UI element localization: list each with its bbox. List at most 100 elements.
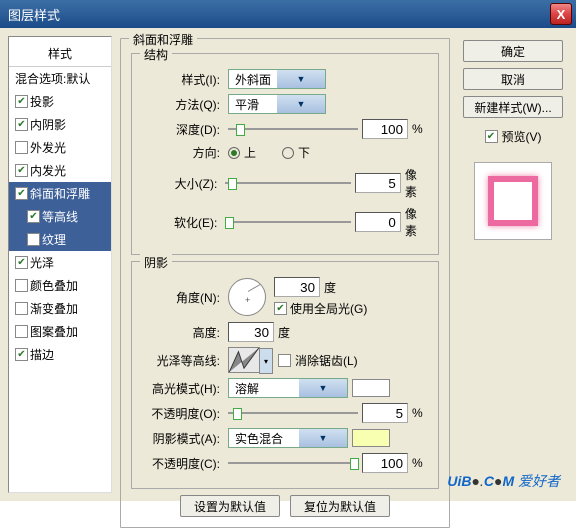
direction-down-radio[interactable] — [282, 147, 294, 159]
make-default-button[interactable]: 设置为默认值 — [180, 495, 280, 517]
shadow-opacity-input[interactable] — [362, 453, 408, 473]
close-button[interactable]: X — [550, 3, 572, 25]
soften-slider[interactable] — [225, 215, 351, 229]
satin-check[interactable] — [15, 256, 28, 269]
contour-check[interactable] — [27, 210, 40, 223]
shadow-mode-combo[interactable]: 实色混合▼ — [228, 428, 348, 448]
antialias-check[interactable] — [278, 354, 291, 367]
stroke-item[interactable]: 描边 — [9, 343, 111, 366]
gloss-label: 光泽等高线: — [142, 352, 224, 369]
outer-glow-item[interactable]: 外发光 — [9, 136, 111, 159]
gradient-overlay-check[interactable] — [15, 302, 28, 315]
angle-input[interactable] — [274, 277, 320, 297]
texture-item[interactable]: 纹理 — [9, 228, 111, 251]
action-panel: 确定 取消 新建样式(W)... 预览(V) — [458, 36, 568, 493]
color-overlay-check[interactable] — [15, 279, 28, 292]
altitude-label: 高度: — [142, 324, 224, 341]
global-light-label: 使用全局光(G) — [290, 300, 367, 317]
preview-swatch — [488, 176, 538, 226]
bevel-group: 斜面和浮雕 结构 样式(I): 外斜面▼ 方法(Q): 平滑▼ 深度(D): — [120, 38, 450, 528]
direction-up-radio[interactable] — [228, 147, 240, 159]
depth-label: 深度(D): — [142, 121, 224, 138]
preview-label: 预览(V) — [502, 128, 542, 145]
layer-style-dialog: 图层样式 X 样式 混合选项:默认 投影 内阴影 外发光 内发光 斜面和浮雕 等… — [0, 0, 576, 501]
shading-title: 阴影 — [140, 254, 172, 271]
size-unit: 像素 — [405, 166, 428, 200]
color-overlay-item[interactable]: 颜色叠加 — [9, 274, 111, 297]
shadow-color-swatch[interactable] — [352, 429, 390, 447]
antialias-label: 消除锯齿(L) — [295, 352, 358, 369]
chevron-down-icon: ▼ — [277, 95, 325, 113]
structure-title: 结构 — [140, 46, 172, 63]
pattern-overlay-check[interactable] — [15, 325, 28, 338]
direction-label: 方向: — [142, 144, 224, 161]
style-combo[interactable]: 外斜面▼ — [228, 69, 326, 89]
gradient-overlay-item[interactable]: 渐变叠加 — [9, 297, 111, 320]
highlight-opacity-input[interactable] — [362, 403, 408, 423]
chevron-down-icon: ▼ — [299, 429, 347, 447]
shadow-opacity-unit: % — [412, 456, 423, 470]
style-label: 样式(I): — [142, 71, 224, 88]
texture-check[interactable] — [27, 233, 40, 246]
angle-unit: 度 — [324, 279, 336, 296]
soften-input[interactable] — [355, 212, 401, 232]
bevel-emboss-check[interactable] — [15, 187, 28, 200]
preview-check[interactable] — [485, 130, 498, 143]
watermark: UiB●.C●M 爱好者 — [447, 471, 560, 491]
window-title: 图层样式 — [8, 5, 60, 24]
preview-box — [474, 162, 552, 240]
soften-unit: 像素 — [405, 205, 428, 239]
depth-slider[interactable] — [228, 122, 358, 136]
inner-glow-item[interactable]: 内发光 — [9, 159, 111, 182]
altitude-unit: 度 — [278, 324, 290, 341]
outer-glow-check[interactable] — [15, 141, 28, 154]
highlight-opacity-slider[interactable] — [228, 406, 358, 420]
inner-shadow-item[interactable]: 内阴影 — [9, 113, 111, 136]
depth-unit: % — [412, 122, 423, 136]
shadow-opacity-slider[interactable] — [228, 456, 358, 470]
inner-glow-check[interactable] — [15, 164, 28, 177]
settings-panel: 斜面和浮雕 结构 样式(I): 外斜面▼ 方法(Q): 平滑▼ 深度(D): — [118, 36, 452, 493]
chevron-down-icon: ▼ — [299, 379, 347, 397]
highlight-opacity-unit: % — [412, 406, 423, 420]
stroke-check[interactable] — [15, 348, 28, 361]
technique-combo[interactable]: 平滑▼ — [228, 94, 326, 114]
technique-label: 方法(Q): — [142, 96, 224, 113]
shadow-opacity-label: 不透明度(C): — [142, 455, 224, 472]
ok-button[interactable]: 确定 — [463, 40, 563, 62]
structure-subgroup: 结构 样式(I): 外斜面▼ 方法(Q): 平滑▼ 深度(D): % — [131, 53, 439, 255]
chevron-down-icon: ▼ — [277, 70, 325, 88]
satin-item[interactable]: 光泽 — [9, 251, 111, 274]
drop-shadow-check[interactable] — [15, 95, 28, 108]
inner-shadow-check[interactable] — [15, 118, 28, 131]
shadow-mode-label: 阴影模式(A): — [142, 430, 224, 447]
highlight-mode-combo[interactable]: 溶解▼ — [228, 378, 348, 398]
altitude-input[interactable] — [228, 322, 274, 342]
size-input[interactable] — [355, 173, 401, 193]
styles-header: 样式 — [9, 41, 111, 67]
gloss-contour-picker[interactable]: ▾ — [228, 347, 260, 373]
angle-label: 角度(N): — [142, 289, 224, 306]
contour-item[interactable]: 等高线 — [9, 205, 111, 228]
highlight-mode-label: 高光模式(H): — [142, 380, 224, 397]
blend-options-item[interactable]: 混合选项:默认 — [9, 67, 111, 90]
styles-list: 样式 混合选项:默认 投影 内阴影 外发光 内发光 斜面和浮雕 等高线 纹理 光… — [8, 36, 112, 493]
close-icon: X — [557, 7, 566, 22]
pattern-overlay-item[interactable]: 图案叠加 — [9, 320, 111, 343]
new-style-button[interactable]: 新建样式(W)... — [463, 96, 563, 118]
cancel-button[interactable]: 取消 — [463, 68, 563, 90]
global-light-check[interactable] — [274, 302, 287, 315]
drop-shadow-item[interactable]: 投影 — [9, 90, 111, 113]
highlight-opacity-label: 不透明度(O): — [142, 405, 224, 422]
shading-subgroup: 阴影 角度(N): + 度 使用全局光(G) — [131, 261, 439, 489]
reset-default-button[interactable]: 复位为默认值 — [290, 495, 390, 517]
soften-label: 软化(E): — [142, 214, 221, 231]
size-label: 大小(Z): — [142, 175, 221, 192]
titlebar: 图层样式 X — [0, 0, 576, 28]
size-slider[interactable] — [225, 176, 351, 190]
highlight-color-swatch[interactable] — [352, 379, 390, 397]
bevel-emboss-item[interactable]: 斜面和浮雕 — [9, 182, 111, 205]
angle-wheel[interactable]: + — [228, 278, 266, 316]
depth-input[interactable] — [362, 119, 408, 139]
chevron-down-icon: ▾ — [259, 348, 273, 374]
